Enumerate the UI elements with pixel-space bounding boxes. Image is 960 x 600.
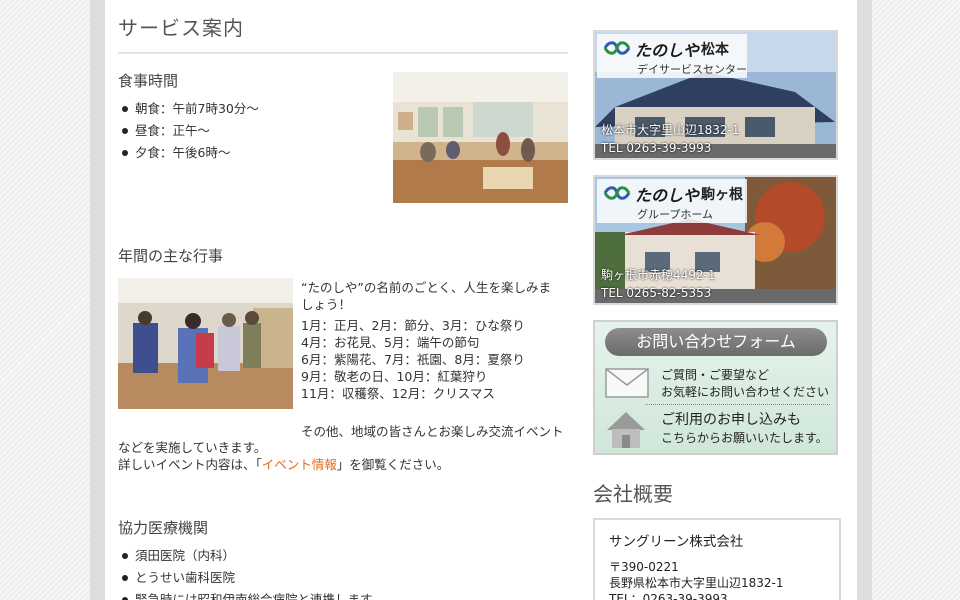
tanoshiya-logo-icon [603, 186, 631, 200]
company-tel: TEL：0263-39-3993 [609, 592, 728, 600]
house-icon [607, 412, 645, 448]
events-other-line2: などを実施していきます。 [118, 440, 267, 455]
events-photo [118, 278, 293, 409]
company-name: サングリーン株式会社 [609, 534, 744, 550]
inquiry-line1: ご質問・ご要望など [661, 368, 770, 382]
list-item: 須田医院（内科） [118, 545, 373, 567]
events-other-line1: その他、地域の皆さんとお楽しみ交流イベント [301, 424, 564, 439]
page-content: サービス案内 食事時間 朝食：午前7時30分～ 昼食：正午～ 夕食：午後6時～ [105, 0, 857, 600]
page-frame: サービス案内 食事時間 朝食：午前7時30分～ 昼食：正午～ 夕食：午後6時～ [90, 0, 872, 600]
inquiry-line2: お気軽にお問い合わせください [661, 385, 830, 399]
tanoshiya-logo-icon [603, 41, 631, 55]
facility-header: たのしや 駒ヶ根 グループホーム [597, 179, 747, 223]
facility-header: たのしや 松本 デイサービスセンター [597, 34, 747, 78]
events-detail-suffix: 」を御覧ください。 [336, 457, 450, 472]
apply-line1: ご利用のお申し込みも [661, 412, 801, 428]
events-line: 6月：紫陽花、7月：祇園、8月：夏祭り [301, 352, 525, 367]
facility-branch: 松本 [701, 42, 729, 58]
events-schedule: 1月：正月、2月：節分、3月：ひな祭り 4月：お花見、5月：端午の節句 6月：紫… [301, 317, 525, 402]
medical-list: 須田医院（内科） とうせい歯科医院 緊急時には昭和伊南総合病院と連携します [118, 545, 373, 600]
events-heading: 年間の主な行事 [118, 247, 224, 265]
company-heading: 会社概要 [593, 482, 673, 506]
contact-inquiry-row[interactable]: ご質問・ご要望など お気軽にお問い合わせください [603, 362, 833, 406]
page-title: サービス案内 [118, 16, 244, 40]
events-line: 1月：正月、2月：節分、3月：ひな祭り [301, 318, 525, 333]
apply-line2: こちらからお願いいたします。 [661, 431, 828, 445]
events-detail: 詳しいイベント内容は、「イベント情報」を御覧ください。 [118, 456, 449, 473]
contact-form-title: お問い合わせフォーム [605, 328, 827, 356]
facility-branch: 駒ヶ根 [701, 187, 743, 203]
title-divider [118, 52, 568, 54]
facility-name: たのしや [635, 186, 699, 205]
list-item: 昼食：正午～ [118, 120, 259, 142]
facility-name: たのしや [635, 41, 699, 60]
events-detail-prefix: 詳しいイベント内容は、「 [118, 457, 262, 472]
contact-apply-row[interactable]: ご利用のお申し込みも こちらからお願いいたします。 [603, 408, 833, 452]
facility-banner-komagane[interactable]: たのしや 駒ヶ根 グループホーム 駒ヶ根市赤穂4492-1 TEL 0265-8… [593, 175, 838, 305]
meals-list: 朝食：午前7時30分～ 昼食：正午～ 夕食：午後6時～ [118, 98, 259, 164]
envelope-icon [605, 368, 649, 398]
contact-divider [645, 404, 830, 405]
facility-banner-matsumoto[interactable]: たのしや 松本 デイサービスセンター 松本市大字里山辺1832-1 TEL 02… [593, 30, 838, 160]
company-postal: 〒390-0221 [609, 560, 679, 574]
facility-type: デイサービスセンター [637, 63, 747, 76]
list-item: 夕食：午後6時～ [118, 142, 259, 164]
events-line: 4月：お花見、5月：端午の節句 [301, 335, 480, 350]
list-item: 緊急時には昭和伊南総合病院と連携します [118, 589, 373, 600]
list-item: とうせい歯科医院 [118, 567, 373, 589]
events-lead: “たのしや”の名前のごとく、人生を楽しみましょう！ [301, 280, 551, 312]
company-address: 長野県松本市大字里山辺1832-1 [609, 576, 784, 590]
event-info-link[interactable]: イベント情報 [262, 457, 337, 472]
events-line: 11月：収穫祭、12月：クリスマス [301, 386, 495, 401]
facility-address: 松本市大字里山辺1832-1 [601, 123, 740, 137]
list-item: 朝食：午前7時30分～ [118, 98, 259, 120]
contact-form-banner[interactable]: お問い合わせフォーム ご質問・ご要望など お気軽にお問い合わせください ご利用の… [593, 320, 838, 455]
facility-address: 駒ヶ根市赤穂4492-1 [601, 268, 716, 282]
facility-tel: TEL 0265-82-5353 [601, 286, 712, 300]
medical-heading: 協力医療機関 [118, 519, 209, 537]
dining-room-photo [393, 72, 568, 203]
events-line: 9月：敬老の日、10月：紅葉狩り [301, 369, 488, 384]
facility-tel: TEL 0263-39-3993 [601, 141, 712, 155]
meals-heading: 食事時間 [118, 72, 179, 90]
facility-type: グループホーム [637, 208, 714, 221]
company-info-box: サングリーン株式会社 〒390-0221 長野県松本市大字里山辺1832-1 T… [593, 518, 841, 600]
